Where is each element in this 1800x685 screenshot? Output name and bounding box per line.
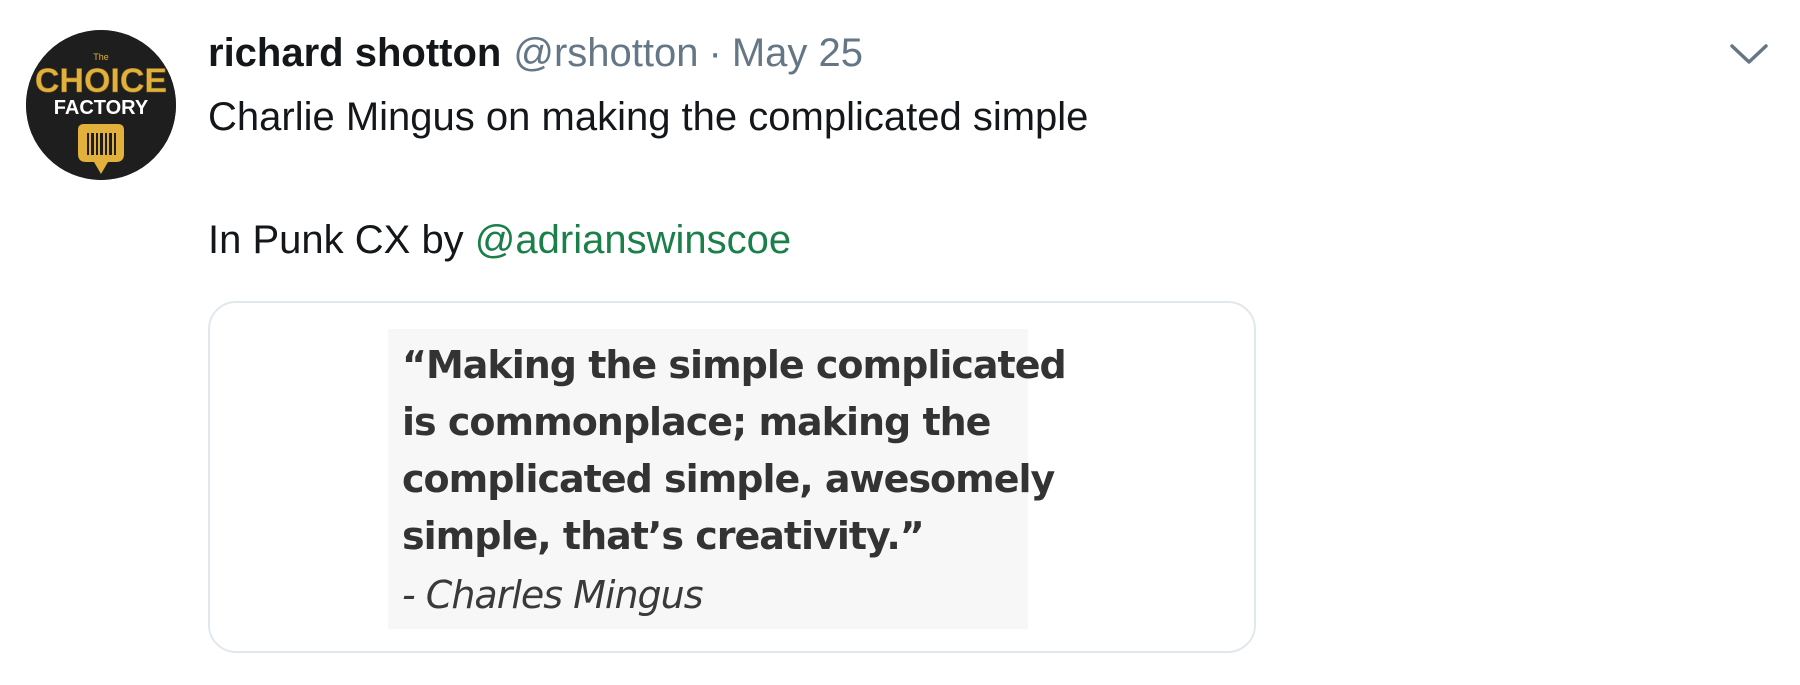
choice-factory-logo: The CHOICE FACTORY (26, 30, 176, 180)
tweet-text-line-1: Charlie Mingus on making the complicated… (208, 95, 1089, 139)
chevron-down-icon (1730, 44, 1768, 64)
avatar[interactable]: The CHOICE FACTORY (26, 30, 176, 180)
quote-text: “Making the simple complicated is common… (402, 343, 1067, 558)
quote-attribution: - Charles Mingus (402, 573, 704, 617)
separator-dot: · (708, 31, 722, 75)
svg-text:The: The (93, 52, 109, 62)
media-card[interactable]: “Making the simple complicated is common… (208, 301, 1256, 653)
svg-text:CHOICE: CHOICE (35, 62, 167, 100)
tweet-date[interactable]: May 25 (732, 28, 863, 78)
mention-link[interactable]: @adrianswinscoe (475, 218, 791, 262)
svg-text:FACTORY: FACTORY (54, 97, 149, 119)
tweet[interactable]: The CHOICE FACTORY richard shotton @rsho… (0, 0, 1800, 685)
tweet-header: richard shotton @rshotton · May 25 (208, 28, 863, 78)
tweet-text-prefix: In Punk CX by (208, 218, 475, 262)
tweet-text-line-2: In Punk CX by @adrianswinscoe (208, 215, 791, 265)
tweet-menu-button[interactable] (1728, 38, 1770, 70)
author-handle[interactable]: @rshotton (513, 28, 698, 78)
author-display-name[interactable]: richard shotton (208, 28, 501, 78)
